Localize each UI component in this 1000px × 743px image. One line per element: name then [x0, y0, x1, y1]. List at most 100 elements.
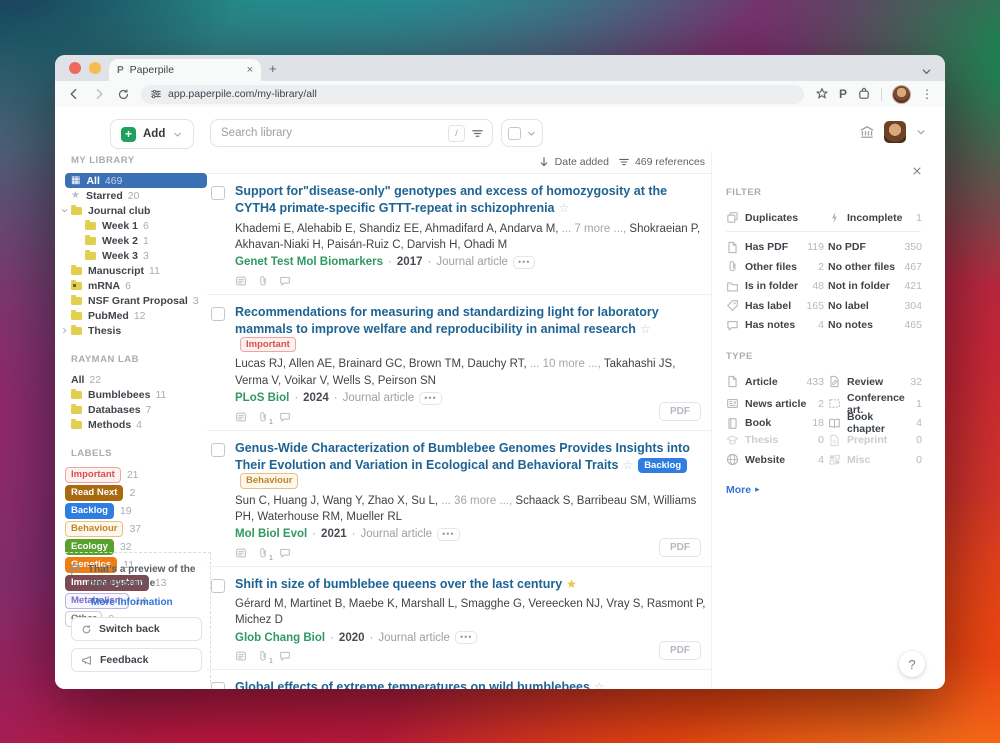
chevron-down-icon[interactable] [915, 126, 927, 138]
filter-other-files[interactable]: Other files2 [726, 260, 824, 273]
sidebar-lab-databases[interactable]: Databases 7 [65, 402, 207, 417]
label-badge[interactable]: Important [240, 337, 296, 352]
more-actions-button[interactable] [455, 631, 477, 644]
browser-menu-icon[interactable]: ⋮ [921, 87, 933, 101]
filter-is-in-folder[interactable]: Is in folder48 [726, 280, 824, 293]
sidebar-folder-thesis[interactable]: Thesis [65, 323, 207, 338]
attachment-icon[interactable]: 1 [257, 411, 269, 423]
journal-name[interactable]: Mol Biol Evol [235, 528, 307, 540]
type-book-chapter[interactable]: Book chapter4 [828, 411, 922, 435]
filter-has-pdf[interactable]: Has PDF119 [726, 241, 824, 254]
more-information-link[interactable]: More information [91, 597, 204, 608]
notes-icon[interactable] [235, 411, 247, 423]
address-bar[interactable]: app.paperpile.com/my-library/all [141, 85, 804, 104]
paper-checkbox[interactable] [211, 186, 225, 200]
filter-no-notes[interactable]: No notes465 [828, 319, 922, 331]
pdf-button[interactable]: PDF [659, 641, 701, 660]
label-pill[interactable]: Backlog [65, 503, 114, 518]
journal-name[interactable]: PLoS Biol [235, 392, 289, 404]
type-preprint[interactable]: Preprint0 [828, 434, 922, 447]
type-book[interactable]: Book18 [726, 417, 824, 430]
sidebar-item-all[interactable]: ▦ All 469 [65, 173, 207, 188]
paper-row[interactable]: Support for"disease-only" genotypes and … [207, 174, 711, 295]
site-settings-icon[interactable] [150, 85, 162, 103]
filter-has-notes[interactable]: Has notes4 [726, 319, 824, 332]
comment-icon[interactable] [279, 547, 291, 559]
attachment-icon[interactable]: 1 [257, 650, 269, 662]
sidebar-folder-week-1[interactable]: Week 1 6 [65, 218, 207, 233]
institution-icon[interactable] [859, 124, 875, 140]
more-actions-button[interactable] [437, 528, 459, 541]
close-icon[interactable] [911, 165, 923, 177]
back-icon[interactable] [67, 87, 81, 102]
sidebar-folder-journal-club[interactable]: Journal club [65, 203, 207, 218]
extensions-icon[interactable] [857, 85, 871, 103]
search-input[interactable] [219, 126, 442, 140]
paper-checkbox[interactable] [211, 443, 225, 457]
browser-tab[interactable]: P Paperpile × [109, 59, 261, 81]
paper-row[interactable]: Global effects of extreme temperatures o… [207, 670, 711, 689]
label-pill[interactable]: Read Next [65, 485, 123, 500]
label-behaviour[interactable]: Behaviour 37 [65, 520, 207, 538]
filter-duplicates[interactable]: Duplicates [726, 211, 824, 224]
search-box[interactable]: / [210, 119, 493, 147]
sidebar-folder-manuscript[interactable]: Manuscript 11 [65, 263, 207, 278]
sort-by-button[interactable]: Date added [555, 156, 609, 168]
search-filters-icon[interactable] [471, 127, 484, 140]
label-backlog[interactable]: Backlog 19 [65, 502, 207, 520]
paper-checkbox[interactable] [211, 682, 225, 689]
comment-icon[interactable] [279, 650, 291, 662]
label-important[interactable]: Important 21 [65, 466, 207, 484]
switch-back-button[interactable]: Switch back [71, 617, 202, 641]
type-website[interactable]: Website4 [726, 453, 824, 466]
sidebar-folder-nsf-grant-proposal[interactable]: NSF Grant Proposal 3 [65, 293, 207, 308]
type-news-article[interactable]: News article2 [726, 397, 824, 410]
paperpile-extension-icon[interactable]: P [839, 87, 847, 101]
browser-profile-avatar[interactable] [892, 85, 911, 104]
label-read-next[interactable]: Read Next 2 [65, 484, 207, 502]
filter-has-label[interactable]: Has label165 [726, 299, 824, 312]
feedback-button[interactable]: Feedback [71, 648, 202, 672]
type-review[interactable]: Review32 [828, 375, 922, 388]
paper-row[interactable]: Shift in size of bumblebee queens over t… [207, 567, 711, 671]
more-filters-link[interactable]: More▸ [726, 484, 921, 496]
bookmark-star-icon[interactable] [815, 85, 829, 103]
add-button[interactable]: + Add [110, 119, 194, 149]
type-misc[interactable]: Misc0 [828, 453, 922, 466]
label-pill[interactable]: Behaviour [65, 521, 123, 536]
chevron-right-icon[interactable] [60, 325, 69, 337]
comment-icon[interactable] [279, 411, 291, 423]
attachment-icon[interactable]: 1 [257, 547, 269, 559]
select-all-checkbox[interactable] [508, 127, 521, 140]
filter-no-pdf[interactable]: No PDF350 [828, 241, 922, 253]
comment-icon[interactable] [279, 275, 291, 287]
paper-checkbox[interactable] [211, 307, 225, 321]
paper-title[interactable]: Genus-Wide Characterization of Bumblebee… [235, 441, 690, 472]
minimize-window-button[interactable] [89, 62, 101, 74]
label-badge[interactable]: Backlog [638, 458, 687, 473]
notes-icon[interactable] [235, 275, 247, 287]
filter-no-label[interactable]: No label304 [828, 300, 922, 312]
pdf-button[interactable]: PDF [659, 538, 701, 557]
paper-row[interactable]: Recommendations for measuring and standa… [207, 295, 711, 431]
pdf-button[interactable]: PDF [659, 402, 701, 421]
notes-icon[interactable] [235, 547, 247, 559]
sidebar-item-starred[interactable]: ★ Starred 20 [65, 188, 207, 203]
sidebar-lab-methods[interactable]: Methods 4 [65, 417, 207, 432]
sidebar-folder-mrna[interactable]: mRNA 6 [65, 278, 207, 293]
close-window-button[interactable] [69, 62, 81, 74]
sidebar-folder-week-3[interactable]: Week 3 3 [65, 248, 207, 263]
paper-row[interactable]: Genus-Wide Characterization of Bumblebee… [207, 431, 711, 567]
label-badge[interactable]: Behaviour [240, 473, 298, 488]
chevron-down-icon[interactable] [60, 205, 69, 217]
tab-search-icon[interactable] [920, 63, 933, 81]
attachment-icon[interactable] [257, 275, 269, 287]
sidebar-folder-pubmed[interactable]: PubMed 12 [65, 308, 207, 323]
paper-title[interactable]: Support for"disease-only" genotypes and … [235, 184, 667, 215]
sidebar-lab-bumblebees[interactable]: Bumblebees 11 [65, 387, 207, 402]
notes-icon[interactable] [235, 650, 247, 662]
new-tab-button[interactable]: + [269, 61, 277, 76]
journal-name[interactable]: Genet Test Mol Biomarkers [235, 256, 383, 268]
type-thesis[interactable]: Thesis0 [726, 434, 824, 447]
paper-title[interactable]: Global effects of extreme temperatures o… [235, 680, 605, 689]
